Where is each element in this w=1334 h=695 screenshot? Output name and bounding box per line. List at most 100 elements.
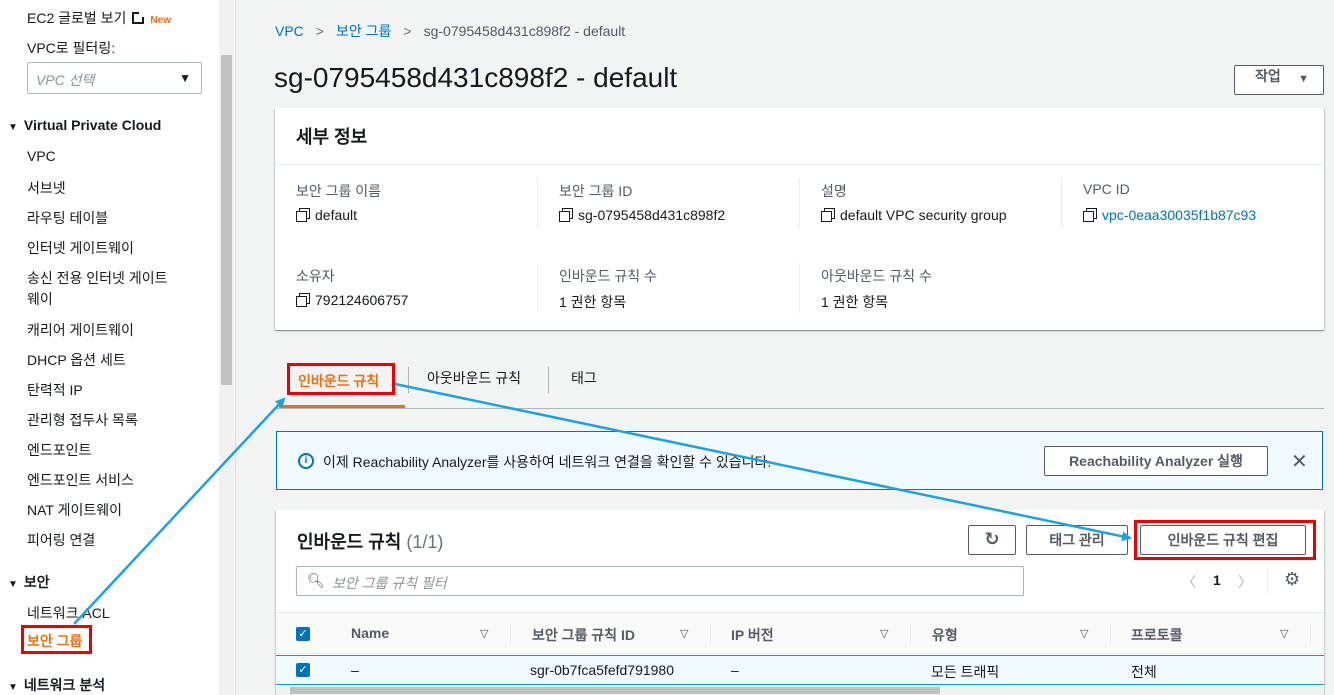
- sidebar-item-vpc[interactable]: VPC: [27, 148, 56, 164]
- sidebar-item-peering[interactable]: 피어링 연결: [27, 530, 95, 550]
- inbound-rules-title: 인바운드 규칙 (1/1): [297, 532, 444, 552]
- sidebar-item-elastic-ips[interactable]: 탄력적 IP: [27, 380, 83, 400]
- scrollbar-thumb[interactable]: [290, 687, 940, 694]
- col-type[interactable]: 유형: [932, 625, 958, 645]
- vpc-id-label: VPC ID: [1083, 181, 1130, 197]
- description-value: default VPC security group: [821, 207, 1007, 223]
- prev-page-icon[interactable]: 〈: [1182, 572, 1196, 592]
- sort-caret-icon[interactable]: ▽: [480, 627, 488, 640]
- sidebar-item-subnets[interactable]: 서브넷: [27, 178, 66, 198]
- col-protocol[interactable]: 프로토콜: [1131, 625, 1183, 645]
- sidebar-item-endpoint-services[interactable]: 엔드포인트 서비스: [27, 470, 134, 490]
- row-checkbox[interactable]: ✓: [296, 663, 310, 677]
- ec2-global-view-link[interactable]: EC2 글로벌 보기 New: [27, 8, 171, 28]
- sg-id-label: 보안 그룹 ID: [559, 183, 633, 199]
- divider: [799, 263, 800, 313]
- caret-down-icon: ▼: [1298, 73, 1309, 85]
- divider: [799, 178, 800, 228]
- divider: [510, 623, 511, 645]
- table-header: ✓ Name ▽ 보안 그룹 규칙 ID ▽ IP 버전 ▽ 유형 ▽ 프로토콜…: [276, 612, 1324, 654]
- caret-down-icon: ▼: [8, 122, 18, 133]
- cell-protocol: 전체: [1131, 664, 1157, 680]
- divider: [910, 623, 911, 645]
- rules-count: (1/1): [406, 532, 444, 552]
- manage-tags-button[interactable]: 태그 관리: [1026, 525, 1128, 555]
- details-card: 세부 정보 보안 그룹 이름 default 보안 그룹 ID sg-07954…: [275, 108, 1324, 330]
- info-banner: i 이제 Reachability Analyzer를 사용하여 네트워크 연결…: [276, 431, 1323, 490]
- vpc-filter-label: VPC로 필터링:: [27, 40, 116, 56]
- section-network-analysis[interactable]: ▼ 네트워크 분석: [8, 675, 105, 695]
- caret-down-icon: ▼: [179, 71, 191, 85]
- run-reachability-analyzer-button[interactable]: Reachability Analyzer 실행: [1044, 446, 1268, 476]
- col-rule-id[interactable]: 보안 그룹 규칙 ID: [532, 625, 635, 645]
- copy-icon[interactable]: [296, 293, 310, 307]
- description-label: 설명: [821, 183, 847, 199]
- cell-rule-id: sgr-0b7fca5fefd791980: [530, 662, 674, 678]
- outbound-count-value: 1 권한 항목: [821, 294, 889, 310]
- table-horizontal-scrollbar[interactable]: [276, 686, 1324, 695]
- sort-caret-icon[interactable]: ▽: [1080, 627, 1088, 640]
- sidebar-item-internet-gateways[interactable]: 인터넷 게이트웨이: [27, 238, 134, 258]
- sg-id-value: sg-0795458d431c898f2: [559, 207, 725, 223]
- sidebar-item-carrier-gateways[interactable]: 캐리어 게이트웨이: [27, 320, 134, 340]
- sidebar-item-route-tables[interactable]: 라우팅 테이블: [27, 208, 108, 228]
- scrollbar-thumb[interactable]: [221, 55, 232, 385]
- copy-icon[interactable]: [821, 208, 835, 222]
- active-tab-indicator: [279, 405, 405, 408]
- caret-down-icon: ▼: [8, 579, 18, 590]
- breadcrumb-vpc[interactable]: VPC: [275, 23, 304, 39]
- refresh-icon: ↻: [984, 529, 1000, 549]
- sidebar-scrollbar[interactable]: [219, 0, 234, 695]
- select-all-checkbox[interactable]: ✓: [296, 627, 310, 641]
- refresh-button[interactable]: ↻: [968, 525, 1016, 555]
- sidebar-item-prefix-lists[interactable]: 관리형 접두사 목록: [27, 410, 138, 430]
- actions-button[interactable]: 작업 ▼: [1234, 65, 1324, 95]
- new-badge: New: [150, 15, 171, 26]
- copy-icon[interactable]: [296, 208, 310, 222]
- chevron-right-icon: >: [403, 23, 412, 39]
- section-virtual-private-cloud[interactable]: ▼ Virtual Private Cloud: [8, 117, 161, 133]
- sidebar-item-network-acl[interactable]: 네트워크 ACL: [27, 603, 110, 623]
- sidebar-item-dhcp-options[interactable]: DHCP 옵션 세트: [27, 350, 126, 370]
- rules-search-input[interactable]: 🔍︎ 보안 그룹 규칙 필터: [296, 566, 1024, 596]
- col-name[interactable]: Name: [351, 625, 389, 641]
- sort-caret-icon[interactable]: ▽: [1280, 627, 1288, 640]
- external-link-icon: [132, 10, 147, 24]
- settings-gear-icon[interactable]: ⚙: [1284, 569, 1300, 590]
- sidebar-item-nat-gateways[interactable]: NAT 게이트웨이: [27, 500, 122, 520]
- divider: [1110, 623, 1111, 645]
- owner-value: 792124606757: [296, 292, 408, 308]
- page-number[interactable]: 1: [1213, 572, 1221, 588]
- section-security[interactable]: ▼ 보안: [8, 572, 50, 592]
- divider: [537, 178, 538, 228]
- copy-icon[interactable]: [559, 208, 573, 222]
- sidebar-item-egress-only-igw[interactable]: 송신 전용 인터넷 게이트: [27, 268, 167, 288]
- caret-down-icon: ▼: [8, 682, 18, 693]
- sidebar-item-security-groups[interactable]: 보안 그룹: [21, 625, 92, 654]
- sidebar-item-egress-only-igw-wrap[interactable]: 웨이: [27, 289, 53, 309]
- table-row[interactable]: ✓ – sgr-0b7fca5fefd791980 – 모든 트래픽 전체: [276, 655, 1324, 685]
- copy-icon[interactable]: [1083, 208, 1097, 222]
- chevron-right-icon: >: [315, 23, 324, 39]
- tab-inbound-rules[interactable]: 인바운드 규칙: [287, 363, 395, 395]
- info-icon: i: [298, 453, 314, 469]
- divider: [548, 367, 549, 393]
- vpc-filter-select[interactable]: VPC 선택 ▼: [27, 62, 202, 94]
- close-icon[interactable]: ✕: [1291, 449, 1308, 474]
- search-icon: 🔍︎: [307, 572, 325, 588]
- tabs-baseline: [275, 408, 1324, 409]
- search-placeholder: 보안 그룹 규칙 필터: [332, 575, 447, 591]
- tab-tags[interactable]: 태그: [571, 368, 597, 388]
- next-page-icon[interactable]: 〉: [1238, 572, 1252, 592]
- divider: [710, 623, 711, 645]
- col-ip-version[interactable]: IP 버전: [731, 625, 774, 645]
- sort-caret-icon[interactable]: ▽: [680, 627, 688, 640]
- vpc-id-link[interactable]: vpc-0eaa30035f1b87c93: [1083, 207, 1256, 223]
- inbound-count-label: 인바운드 규칙 수: [559, 268, 657, 284]
- sort-caret-icon[interactable]: ▽: [880, 627, 888, 640]
- sidebar-item-endpoints[interactable]: 엔드포인트: [27, 440, 91, 460]
- divider: [408, 367, 409, 393]
- breadcrumb-security-groups[interactable]: 보안 그룹: [336, 23, 391, 39]
- vpc-select-placeholder: VPC 선택: [36, 72, 95, 88]
- tab-outbound-rules[interactable]: 아웃바운드 규칙: [427, 368, 521, 388]
